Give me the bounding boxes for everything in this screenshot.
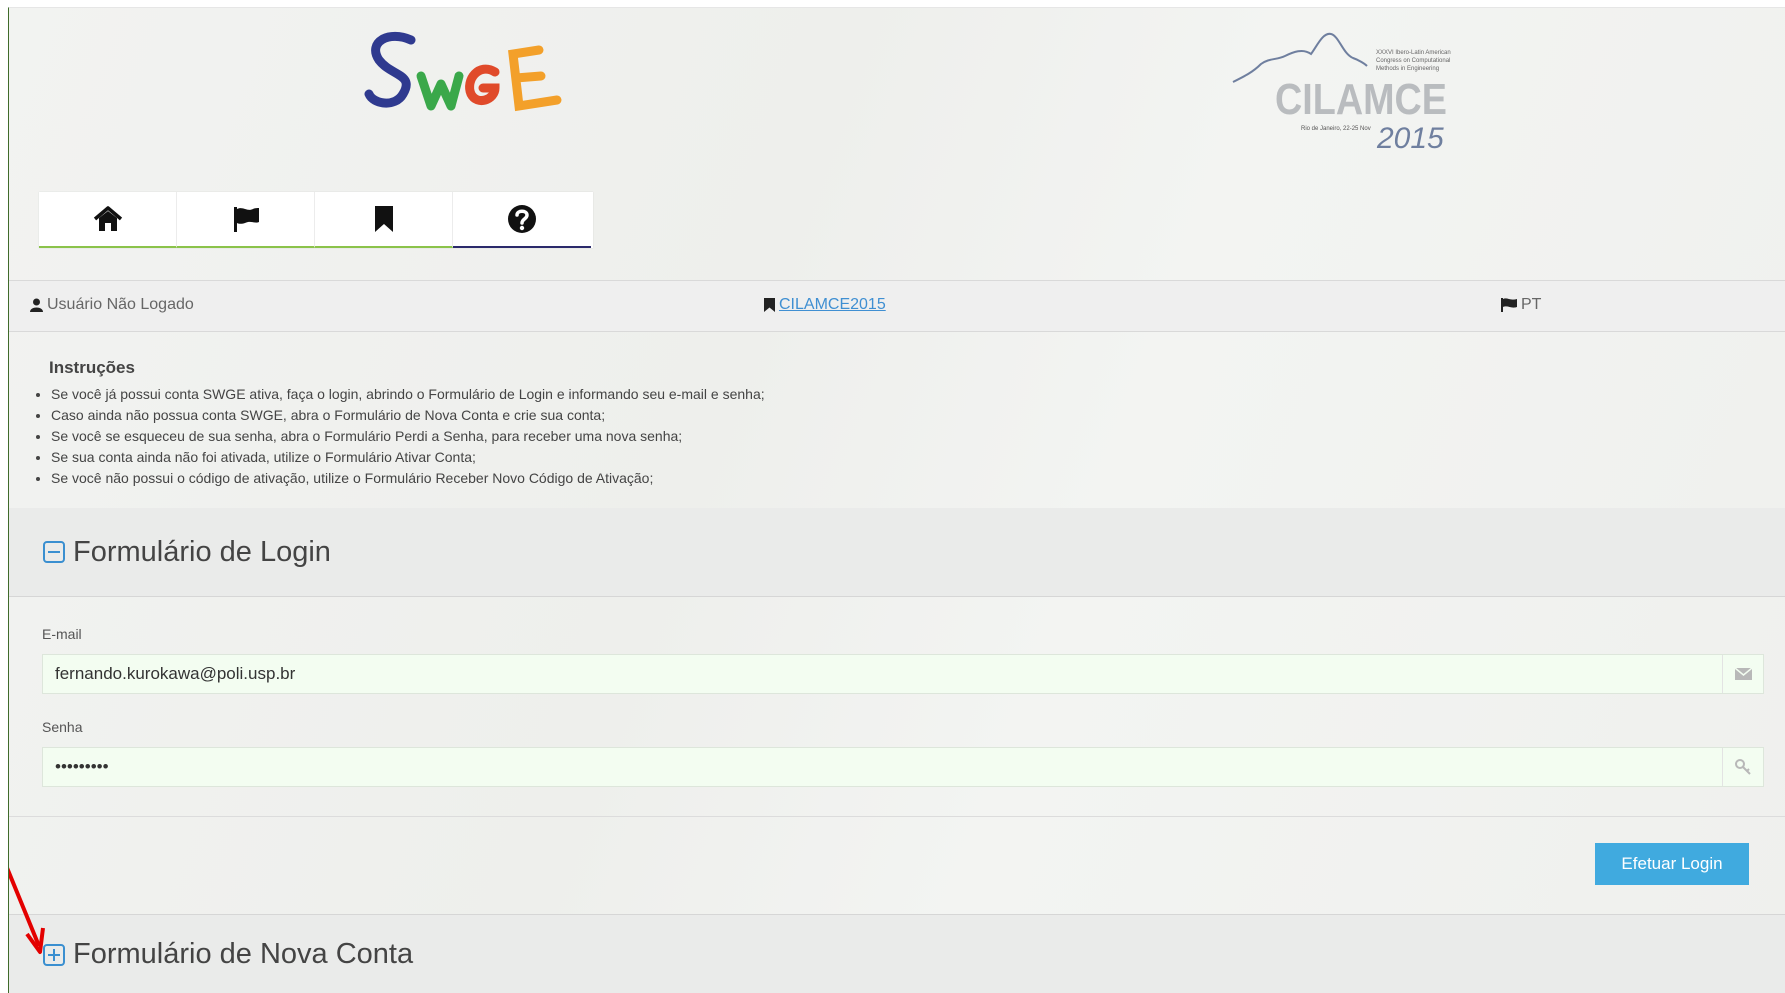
new-account-form-title: Formulário de Nova Conta [73, 938, 414, 970]
language-text: PT [1521, 296, 1542, 313]
user-icon [30, 298, 43, 312]
cilamce-year: 2015 [1376, 122, 1444, 155]
list-item: Se você não possui o código de ativação,… [51, 468, 1723, 489]
nav-home[interactable] [39, 192, 177, 248]
password-label: Senha [42, 719, 83, 735]
main-nav [39, 192, 593, 248]
event-link[interactable]: CILAMCE2015 [779, 296, 886, 314]
instructions-list: Se você já possui conta SWGE ativa, faça… [23, 384, 1723, 489]
list-item: Caso ainda não possua conta SWGE, abra o… [51, 405, 1723, 426]
flag-icon [233, 207, 259, 232]
email-field-wrapper [42, 654, 1764, 694]
bookmark-icon [374, 206, 393, 232]
login-button[interactable]: Efetuar Login [1595, 843, 1749, 885]
help-icon [508, 205, 536, 233]
password-field[interactable] [43, 747, 1722, 787]
cilamce-subtitle-1: XXXVI Ibero-Latin American [1376, 50, 1451, 56]
cilamce-subtitle-3: Methods in Engineering [1376, 66, 1439, 72]
collapse-icon[interactable] [43, 541, 65, 563]
bookmark-icon [764, 298, 775, 312]
cilamce-logo: XXXVI Ibero-Latin American Congress on C… [1231, 26, 1461, 161]
annotation-arrow-icon [9, 867, 45, 954]
password-field-wrapper [42, 747, 1764, 787]
key-icon [1735, 759, 1751, 775]
divider [9, 816, 1785, 817]
instructions-title: Instruções [49, 358, 135, 377]
swge-logo [361, 28, 571, 123]
instructions: Instruções Se você já possui conta SWGE … [23, 358, 1723, 489]
cilamce-subtitle-2: Congress on Computational [1376, 58, 1450, 64]
language-indicator: PT [1501, 296, 1541, 314]
cilamce-wordmark: CILAMCE [1275, 75, 1447, 124]
list-item: Se você já possui conta SWGE ativa, faça… [51, 384, 1723, 405]
status-bar: Usuário Não Logado CILAMCE2015 PT [9, 280, 1785, 332]
nav-event[interactable] [315, 192, 453, 248]
nav-language[interactable] [177, 192, 315, 248]
home-icon [93, 206, 122, 231]
login-form-header: Formulário de Login [9, 508, 1785, 597]
envelope-icon [1734, 668, 1752, 680]
list-item: Se sua conta ainda não foi ativada, util… [51, 447, 1723, 468]
new-account-form-header: Formulário de Nova Conta [9, 914, 1785, 993]
nav-help[interactable] [453, 192, 591, 248]
cilamce-place-date: Rio de Janeiro, 22-25 Nov [1301, 126, 1371, 132]
user-status: Usuário Não Logado [30, 296, 194, 314]
email-addon [1722, 655, 1763, 693]
email-field[interactable] [43, 654, 1722, 694]
event-info: CILAMCE2015 [764, 296, 886, 314]
page-frame: XXXVI Ibero-Latin American Congress on C… [8, 7, 1785, 993]
flag-icon [1501, 298, 1517, 312]
login-form-title: Formulário de Login [73, 535, 331, 568]
password-addon [1722, 748, 1763, 786]
email-label: E-mail [42, 626, 82, 642]
user-status-text: Usuário Não Logado [47, 296, 194, 313]
list-item: Se você se esqueceu de sua senha, abra o… [51, 426, 1723, 447]
